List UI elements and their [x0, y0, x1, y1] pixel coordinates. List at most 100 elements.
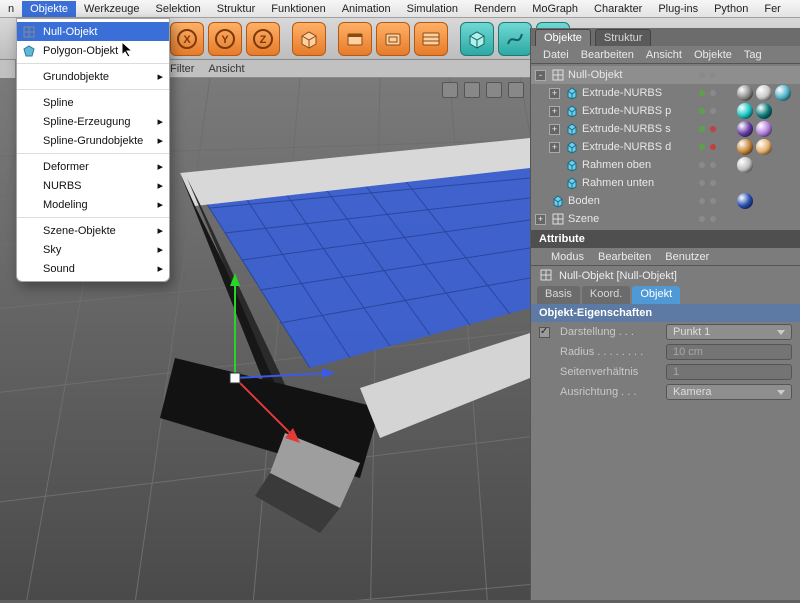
tab-struktur[interactable]: Struktur: [595, 29, 652, 46]
cube-primitive-button[interactable]: [292, 22, 326, 56]
visibility-dots[interactable]: [699, 90, 716, 96]
tree-row[interactable]: - Null-Objekt: [531, 66, 800, 84]
tab-basis[interactable]: Basis: [537, 286, 580, 304]
material-tags[interactable]: [737, 103, 772, 119]
expand-toggle[interactable]: +: [549, 88, 560, 99]
blank-icon: [21, 242, 37, 258]
menu-plug-ins[interactable]: Plug-ins: [650, 1, 706, 17]
visibility-dots[interactable]: [699, 72, 716, 78]
menu-rendern[interactable]: Rendern: [466, 1, 524, 17]
attr-menu-bearbeiten[interactable]: Bearbeiten: [598, 251, 651, 263]
section-objekt-eigenschaften: Objekt-Eigenschaften: [531, 304, 800, 322]
tab-objekte[interactable]: Objekte: [535, 29, 591, 46]
cube-icon: [564, 175, 580, 191]
attr-menu-modus[interactable]: Modus: [551, 251, 584, 263]
tree-row[interactable]: Rahmen oben: [531, 156, 800, 174]
menu-struktur[interactable]: Struktur: [209, 1, 264, 17]
menu-item-polygon-objekt[interactable]: Polygon-Objekt: [17, 41, 169, 60]
viewport-nav-icon[interactable]: [486, 82, 502, 98]
attr-menu-benutzer[interactable]: Benutzer: [665, 251, 709, 263]
viewport-nav-icon[interactable]: [508, 82, 524, 98]
expand-toggle[interactable]: +: [549, 124, 560, 135]
submenu-arrow-icon: ▸: [157, 224, 163, 237]
tree-row[interactable]: +Extrude-NURBS s: [531, 120, 800, 138]
viewport-nav-icon[interactable]: [442, 82, 458, 98]
tree-row[interactable]: +Extrude-NURBS d: [531, 138, 800, 156]
menu-item-spline-grundobjekte[interactable]: Spline-Grundobjekte▸: [17, 131, 169, 150]
expand-toggle[interactable]: -: [535, 70, 546, 81]
menu-fer[interactable]: Fer: [756, 1, 789, 17]
menu-item-spline-erzeugung[interactable]: Spline-Erzeugung▸: [17, 112, 169, 131]
menu-item-nurbs[interactable]: NURBS▸: [17, 176, 169, 195]
expand-toggle[interactable]: +: [549, 106, 560, 117]
tree-row[interactable]: Boden: [531, 192, 800, 210]
viewport-nav-icon[interactable]: [464, 82, 480, 98]
null-icon: [550, 211, 566, 227]
visibility-dots[interactable]: [699, 144, 716, 150]
menu-selektion[interactable]: Selektion: [147, 1, 208, 17]
visibility-dots[interactable]: [699, 198, 716, 204]
menu-item-szene-objekte[interactable]: Szene-Objekte▸: [17, 221, 169, 240]
menu-charakter[interactable]: Charakter: [586, 1, 650, 17]
menu-item-sound[interactable]: Sound▸: [17, 259, 169, 278]
x-axis-button[interactable]: X: [170, 22, 204, 56]
expand-toggle[interactable]: +: [549, 142, 560, 153]
visibility-dots[interactable]: [699, 108, 716, 114]
attribute-object-label: Null-Objekt [Null-Objekt]: [531, 266, 800, 286]
svg-text:Z: Z: [260, 34, 267, 46]
tree-row[interactable]: +Szene: [531, 210, 800, 228]
menu-item-sky[interactable]: Sky▸: [17, 240, 169, 259]
material-tags[interactable]: [737, 139, 772, 155]
material-tags[interactable]: [737, 85, 791, 101]
primitive-cube-button[interactable]: [460, 22, 494, 56]
tab-objekt[interactable]: Objekt: [632, 286, 680, 304]
menu-objekte[interactable]: Objekte: [22, 1, 76, 17]
prop-ausrichtung[interactable]: Ausrichtung . . . Kamera: [531, 382, 800, 402]
om-menu-ansicht[interactable]: Ansicht: [646, 49, 682, 61]
z-axis-button[interactable]: Z: [246, 22, 280, 56]
render-region-button[interactable]: [376, 22, 410, 56]
prop-darstellung[interactable]: Darstellung . . . Punkt 1: [531, 322, 800, 342]
render-settings-button[interactable]: [414, 22, 448, 56]
om-menu-bearbeiten[interactable]: Bearbeiten: [581, 49, 634, 61]
viewport-menu-ansicht[interactable]: Ansicht: [208, 63, 244, 75]
menu-item-grundobjekte[interactable]: Grundobjekte▸: [17, 67, 169, 86]
menu-item-spline[interactable]: Spline: [17, 93, 169, 112]
tree-row[interactable]: +Extrude-NURBS: [531, 84, 800, 102]
visibility-dots[interactable]: [699, 180, 716, 186]
material-tags[interactable]: [737, 121, 772, 137]
blank-icon: [21, 114, 37, 130]
menu-funktionen[interactable]: Funktionen: [263, 1, 333, 17]
expand-toggle[interactable]: +: [535, 214, 546, 225]
menu-item-modeling[interactable]: Modeling▸: [17, 195, 169, 214]
menu-mograph[interactable]: MoGraph: [524, 1, 586, 17]
om-menu-tag[interactable]: Tag: [744, 49, 762, 61]
menu-item-null-objekt[interactable]: Null-Objekt: [17, 22, 169, 41]
y-axis-button[interactable]: Y: [208, 22, 242, 56]
viewport-menu-filter[interactable]: Filter: [170, 63, 194, 75]
visibility-dots[interactable]: [699, 162, 716, 168]
menu-animation[interactable]: Animation: [334, 1, 399, 17]
menu-python[interactable]: Python: [706, 1, 756, 17]
darstellung-checkbox[interactable]: [539, 327, 550, 338]
object-tree[interactable]: -Null-Objekt+Extrude-NURBS+Extrude-NURBS…: [531, 64, 800, 230]
tree-row[interactable]: Rahmen unten: [531, 174, 800, 192]
menu-werkzeuge[interactable]: Werkzeuge: [76, 1, 147, 17]
render-button[interactable]: [338, 22, 372, 56]
visibility-dots[interactable]: [699, 126, 716, 132]
menu-n[interactable]: n: [0, 1, 22, 17]
panel-tabs: Objekte Struktur: [531, 28, 800, 46]
om-menu-datei[interactable]: Datei: [543, 49, 569, 61]
material-tags[interactable]: [737, 193, 753, 209]
material-tags[interactable]: [737, 157, 753, 173]
tab-koord[interactable]: Koord.: [582, 286, 630, 304]
cube-icon: [564, 85, 580, 101]
visibility-dots[interactable]: [699, 216, 716, 222]
menu-simulation[interactable]: Simulation: [399, 1, 466, 17]
om-menu-objekte[interactable]: Objekte: [694, 49, 732, 61]
tree-row[interactable]: +Extrude-NURBS p: [531, 102, 800, 120]
spline-button[interactable]: [498, 22, 532, 56]
menu-item-deformer[interactable]: Deformer▸: [17, 157, 169, 176]
tree-item-label: Null-Objekt: [568, 69, 622, 81]
blank-icon: [21, 95, 37, 111]
